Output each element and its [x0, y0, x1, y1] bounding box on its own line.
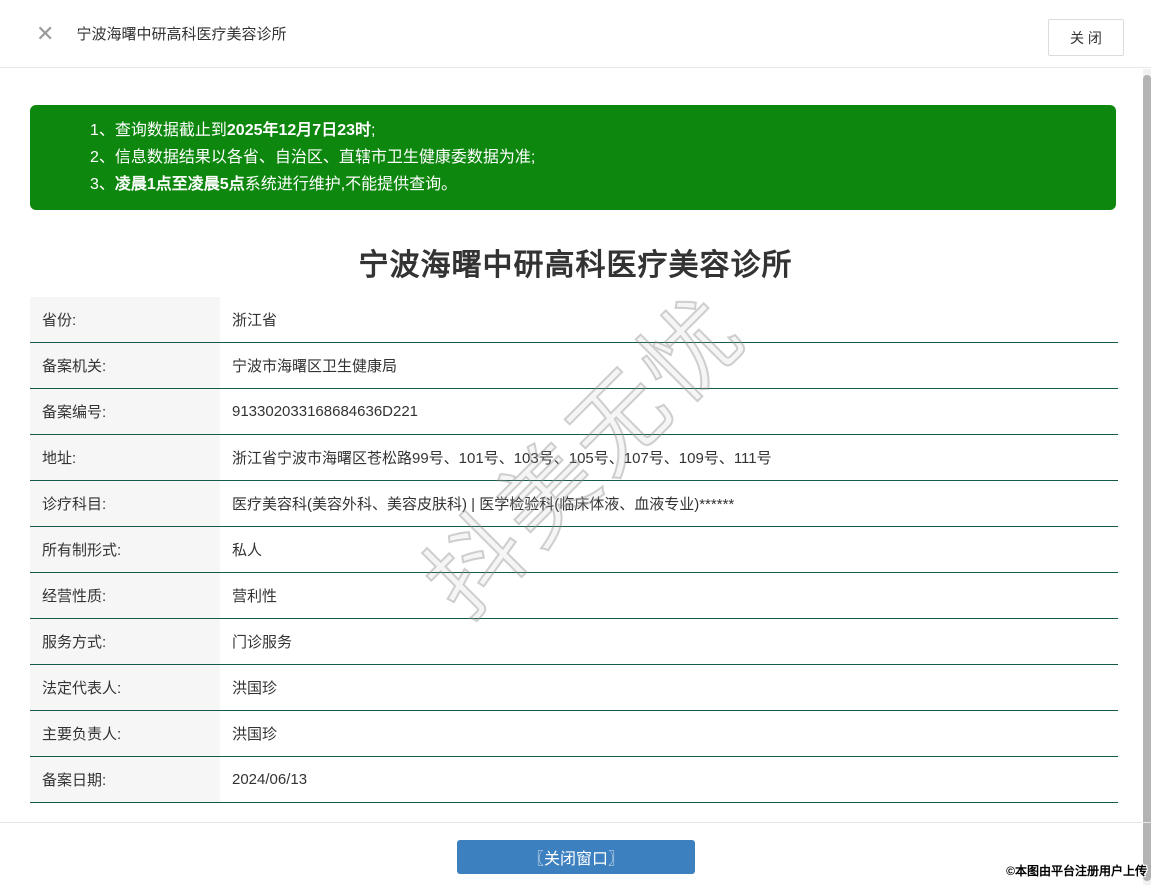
info-row-province: 省份: 浙江省 — [30, 297, 1118, 343]
field-label: 备案编号: — [30, 389, 220, 434]
field-label: 备案日期: — [30, 757, 220, 802]
info-row-filing-date: 备案日期: 2024/06/13 — [30, 757, 1118, 803]
field-label: 诊疗科目: — [30, 481, 220, 526]
field-value: 浙江省 — [220, 297, 1118, 342]
info-row-legal-representative: 法定代表人: 洪国珍 — [30, 665, 1118, 711]
field-value: 洪国珍 — [220, 711, 1118, 756]
field-value: 营利性 — [220, 573, 1118, 618]
field-value: 洪国珍 — [220, 665, 1118, 710]
field-value: 宁波市海曙区卫生健康局 — [220, 343, 1118, 388]
notice-line: 3、凌晨1点至凌晨5点系统进行维护,不能提供查询。 — [90, 171, 1096, 198]
info-row-filing-authority: 备案机关: 宁波市海曙区卫生健康局 — [30, 343, 1118, 389]
info-row-filing-number: 备案编号: 913302033168684636D221 — [30, 389, 1118, 435]
field-label: 法定代表人: — [30, 665, 220, 710]
field-value: 门诊服务 — [220, 619, 1118, 664]
bottom-divider — [0, 822, 1151, 823]
scrollbar-track — [1143, 69, 1151, 885]
info-table: 省份: 浙江省 备案机关: 宁波市海曙区卫生健康局 备案编号: 91330203… — [30, 297, 1118, 803]
info-row-business-nature: 经营性质: 营利性 — [30, 573, 1118, 619]
close-button[interactable]: 关 闭 — [1048, 19, 1124, 56]
notice-line: 2、信息数据结果以各省、自治区、直辖市卫生健康委数据为准; — [90, 144, 1096, 171]
field-label: 所有制形式: — [30, 527, 220, 572]
field-label: 省份: — [30, 297, 220, 342]
scrollbar-thumb[interactable] — [1143, 75, 1151, 881]
notice-banner: 1、查询数据截止到2025年12月7日23时; 2、信息数据结果以各省、自治区、… — [30, 105, 1116, 210]
field-value: 医疗美容科(美容外科、美容皮肤科) | 医学检验科(临床体液、血液专业)****… — [220, 481, 1118, 526]
info-row-service-mode: 服务方式: 门诊服务 — [30, 619, 1118, 665]
field-label: 地址: — [30, 435, 220, 480]
info-row-ownership: 所有制形式: 私人 — [30, 527, 1118, 573]
window-header: ✕ 宁波海曙中研高科医疗美容诊所 关 闭 — [0, 0, 1151, 68]
field-value: 私人 — [220, 527, 1118, 572]
info-row-main-person: 主要负责人: 洪国珍 — [30, 711, 1118, 757]
field-label: 服务方式: — [30, 619, 220, 664]
field-value: 浙江省宁波市海曙区苍松路99号、101号、103号、105号、107号、109号… — [220, 435, 1118, 480]
field-label: 备案机关: — [30, 343, 220, 388]
field-label: 主要负责人: — [30, 711, 220, 756]
close-icon[interactable]: ✕ — [36, 23, 54, 45]
field-value: 913302033168684636D221 — [220, 389, 1118, 434]
close-window-button[interactable]: 〖关闭窗口〗 — [457, 840, 695, 874]
info-row-address: 地址: 浙江省宁波市海曙区苍松路99号、101号、103号、105号、107号、… — [30, 435, 1118, 481]
notice-line: 1、查询数据截止到2025年12月7日23时; — [90, 117, 1096, 144]
clinic-name-title: 宁波海曙中研高科医疗美容诊所 — [0, 240, 1151, 284]
upload-credit: ©本图由平台注册用户上传 — [1006, 862, 1147, 879]
info-row-departments: 诊疗科目: 医疗美容科(美容外科、美容皮肤科) | 医学检验科(临床体液、血液专… — [30, 481, 1118, 527]
field-value: 2024/06/13 — [220, 757, 1118, 802]
window-title: 宁波海曙中研高科医疗美容诊所 — [76, 23, 286, 44]
field-label: 经营性质: — [30, 573, 220, 618]
